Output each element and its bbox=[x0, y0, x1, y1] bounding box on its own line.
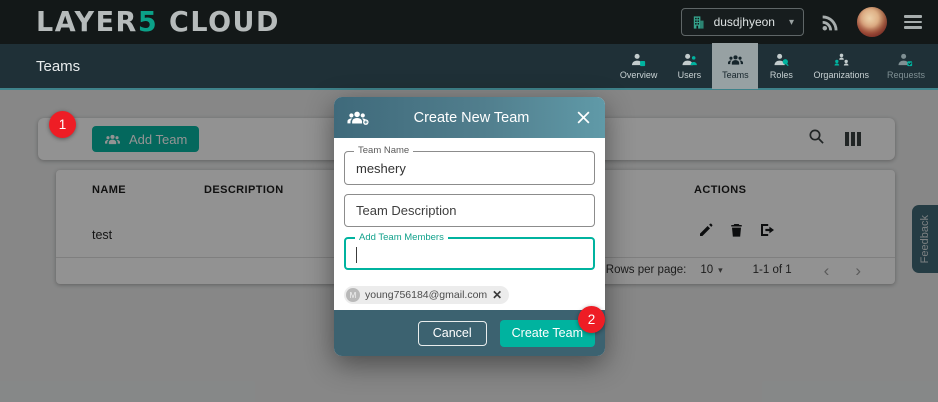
broadcast-icon[interactable] bbox=[821, 13, 840, 32]
group-add-icon bbox=[347, 110, 369, 126]
users-icon bbox=[681, 53, 698, 67]
cancel-button[interactable]: Cancel bbox=[418, 321, 487, 346]
page-title: Teams bbox=[36, 58, 80, 75]
page-navbar: Teams Overview Users Teams Roles Organiz… bbox=[0, 44, 938, 90]
tab-requests[interactable]: Requests bbox=[878, 43, 934, 89]
tab-organizations[interactable]: Organizations bbox=[804, 43, 878, 89]
team-name-field: Team Name bbox=[344, 151, 595, 185]
team-name-label: Team Name bbox=[354, 145, 413, 156]
tab-label: Requests bbox=[887, 70, 925, 80]
teams-icon bbox=[727, 53, 744, 67]
modal-title: Create New Team bbox=[369, 110, 574, 126]
remove-member-icon[interactable]: ✕ bbox=[492, 289, 502, 301]
tab-teams[interactable]: Teams bbox=[712, 43, 758, 89]
logo-text-five: 5 bbox=[138, 6, 158, 38]
tab-roles[interactable]: Roles bbox=[758, 43, 804, 89]
team-description-field bbox=[344, 194, 595, 227]
logo-text-layer: LAYER bbox=[36, 6, 138, 38]
organization-selector[interactable]: dusdjhyeon ▾ bbox=[681, 8, 804, 36]
caret-down-icon: ▾ bbox=[789, 17, 794, 28]
tab-label: Users bbox=[678, 70, 702, 80]
roles-icon bbox=[773, 53, 790, 67]
tab-label: Organizations bbox=[813, 70, 869, 80]
modal-body: Team Name Add Team Members M young756184… bbox=[334, 138, 605, 310]
member-avatar: M bbox=[346, 288, 360, 302]
org-selector-value: dusdjhyeon bbox=[714, 15, 775, 29]
organizations-icon bbox=[833, 53, 850, 67]
tab-label: Teams bbox=[722, 70, 749, 80]
logo-text-cloud: CLOUD bbox=[158, 6, 280, 38]
building-icon bbox=[691, 15, 706, 30]
tab-overview[interactable]: Overview bbox=[611, 43, 667, 89]
tab-label: Overview bbox=[620, 70, 658, 80]
tab-label: Roles bbox=[770, 70, 793, 80]
tab-users[interactable]: Users bbox=[666, 43, 712, 89]
app-window: LAYER5 CLOUD dusdjhyeon ▾ Teams Overview bbox=[0, 0, 938, 402]
text-cursor bbox=[356, 247, 357, 263]
member-email: young756184@gmail.com bbox=[365, 289, 487, 301]
team-description-input[interactable] bbox=[345, 203, 594, 218]
menu-icon[interactable] bbox=[904, 15, 922, 28]
layer5-cloud-logo[interactable]: LAYER5 CLOUD bbox=[36, 6, 280, 38]
user-avatar[interactable] bbox=[857, 7, 887, 37]
add-team-members-label: Add Team Members bbox=[355, 232, 448, 243]
overview-icon bbox=[630, 53, 647, 67]
member-chip: M young756184@gmail.com ✕ bbox=[344, 286, 509, 304]
close-icon[interactable] bbox=[574, 109, 592, 127]
add-team-members-input[interactable] bbox=[346, 246, 593, 261]
modal-footer: Cancel Create Team bbox=[334, 310, 605, 356]
header-controls: dusdjhyeon ▾ bbox=[681, 7, 922, 37]
add-team-members-field: Add Team Members bbox=[344, 237, 595, 270]
annotation-step-2: 2 bbox=[578, 306, 605, 333]
team-name-input[interactable] bbox=[345, 161, 594, 176]
nav-tabs: Overview Users Teams Roles Organizations… bbox=[611, 43, 934, 89]
annotation-step-1: 1 bbox=[49, 111, 76, 138]
create-team-modal: Create New Team Team Name Add Team Membe… bbox=[334, 97, 605, 356]
top-header-bar: LAYER5 CLOUD dusdjhyeon ▾ bbox=[0, 0, 938, 44]
modal-header: Create New Team bbox=[334, 97, 605, 138]
requests-icon bbox=[897, 53, 914, 67]
